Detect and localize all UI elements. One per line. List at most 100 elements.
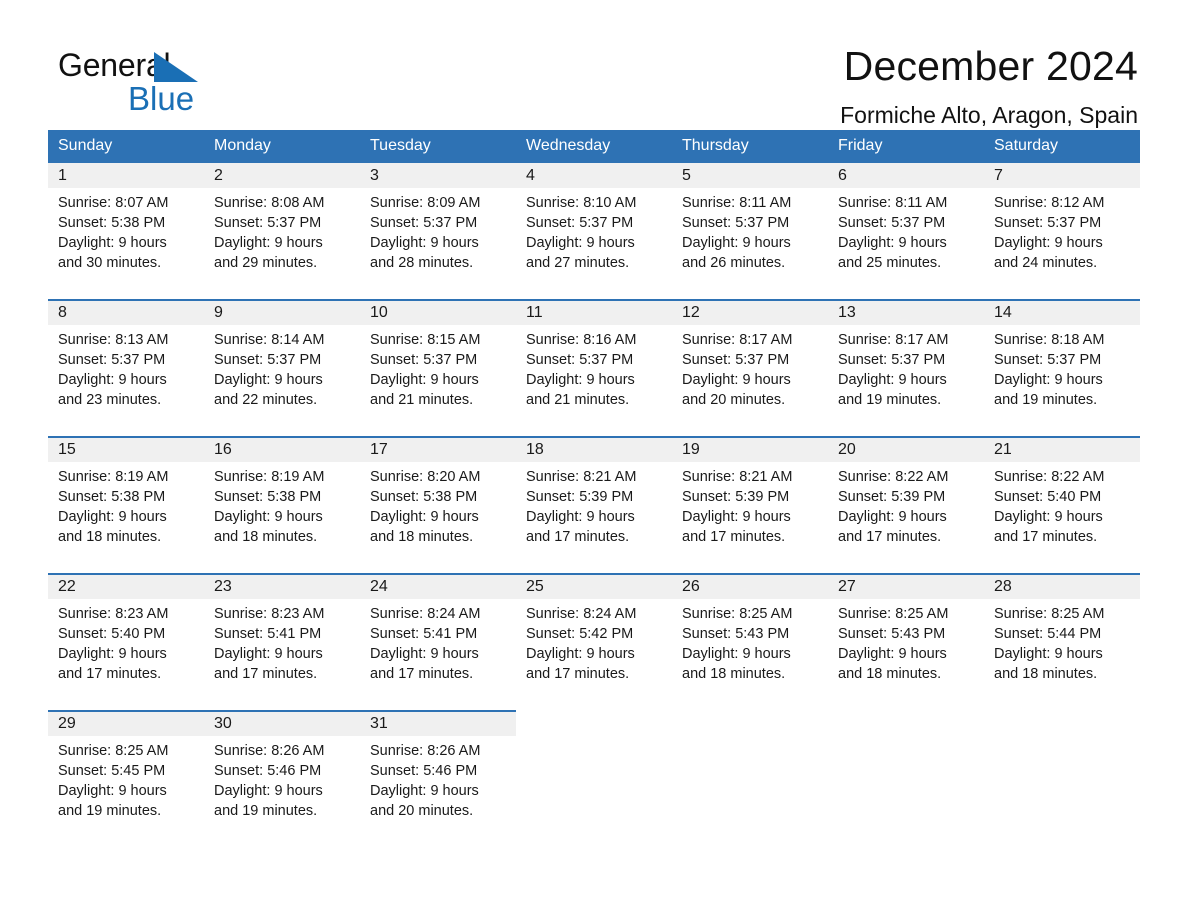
day-number[interactable]: 1	[48, 163, 204, 188]
day-number[interactable]: 14	[984, 299, 1140, 325]
daylight-text-line1: Daylight: 9 hours	[214, 509, 323, 525]
sunset-text: Sunset: 5:43 PM	[838, 626, 946, 642]
sunrise-text: Sunrise: 8:19 AM	[58, 469, 169, 485]
daylight-text-line2: and 18 minutes.	[214, 529, 318, 545]
sunset-text: Sunset: 5:37 PM	[682, 215, 790, 231]
weekday-header-saturday: Saturday	[984, 130, 1140, 163]
day-number[interactable]: 15	[48, 436, 204, 462]
day-number[interactable]: 27	[828, 573, 984, 599]
day-number-row: 29 30 31	[48, 710, 1140, 736]
daylight-text-line1: Daylight: 9 hours	[58, 372, 167, 388]
day-cell[interactable]: Sunrise: 8:24 AM Sunset: 5:42 PM Daylight:…	[516, 599, 672, 711]
day-number[interactable]: 12	[672, 299, 828, 325]
day-number-row: 8 9 10 11 12 13 14	[48, 299, 1140, 325]
sunset-text: Sunset: 5:41 PM	[370, 626, 478, 642]
sunrise-text: Sunrise: 8:24 AM	[526, 606, 637, 622]
day-cell[interactable]: Sunrise: 8:26 AM Sunset: 5:46 PM Daylight:…	[360, 736, 516, 847]
day-number[interactable]: 7	[984, 163, 1140, 188]
day-cell[interactable]: Sunrise: 8:17 AM Sunset: 5:37 PM Daylight:…	[672, 325, 828, 437]
daylight-text-line1: Daylight: 9 hours	[526, 235, 635, 251]
day-cell[interactable]: Sunrise: 8:18 AM Sunset: 5:37 PM Daylight:…	[984, 325, 1140, 437]
daylight-text-line2: and 27 minutes.	[526, 255, 630, 271]
day-cell[interactable]: Sunrise: 8:17 AM Sunset: 5:37 PM Daylight:…	[828, 325, 984, 437]
day-number[interactable]: 23	[204, 573, 360, 599]
day-number[interactable]: 22	[48, 573, 204, 599]
day-cell[interactable]: Sunrise: 8:23 AM Sunset: 5:41 PM Daylight:…	[204, 599, 360, 711]
sunset-text: Sunset: 5:41 PM	[214, 626, 322, 642]
day-cell[interactable]: Sunrise: 8:22 AM Sunset: 5:40 PM Daylight:…	[984, 462, 1140, 574]
day-number[interactable]: 13	[828, 299, 984, 325]
day-number[interactable]: 28	[984, 573, 1140, 599]
sunrise-text: Sunrise: 8:11 AM	[682, 195, 792, 211]
day-cell[interactable]: Sunrise: 8:10 AM Sunset: 5:37 PM Daylight:…	[516, 188, 672, 300]
day-cell-empty	[828, 736, 984, 847]
daylight-text-line1: Daylight: 9 hours	[682, 372, 791, 388]
day-number[interactable]: 20	[828, 436, 984, 462]
day-cell[interactable]: Sunrise: 8:19 AM Sunset: 5:38 PM Daylight:…	[48, 462, 204, 574]
day-cell[interactable]: Sunrise: 8:25 AM Sunset: 5:43 PM Daylight:…	[672, 599, 828, 711]
general-blue-logo[interactable]: General Blue	[58, 48, 318, 120]
day-number[interactable]: 2	[204, 163, 360, 188]
day-number[interactable]: 10	[360, 299, 516, 325]
day-cell[interactable]: Sunrise: 8:21 AM Sunset: 5:39 PM Daylight:…	[516, 462, 672, 574]
day-cell[interactable]: Sunrise: 8:11 AM Sunset: 5:37 PM Daylight:…	[828, 188, 984, 300]
day-number[interactable]: 4	[516, 163, 672, 188]
sunset-text: Sunset: 5:37 PM	[370, 352, 478, 368]
day-cell[interactable]: Sunrise: 8:25 AM Sunset: 5:44 PM Daylight:…	[984, 599, 1140, 711]
day-cell[interactable]: Sunrise: 8:25 AM Sunset: 5:43 PM Daylight:…	[828, 599, 984, 711]
sunset-text: Sunset: 5:38 PM	[214, 489, 322, 505]
day-number[interactable]: 31	[360, 710, 516, 736]
day-cell[interactable]: Sunrise: 8:25 AM Sunset: 5:45 PM Daylight:…	[48, 736, 204, 847]
daylight-text-line1: Daylight: 9 hours	[370, 783, 479, 799]
daylight-text-line1: Daylight: 9 hours	[682, 646, 791, 662]
day-number[interactable]: 8	[48, 299, 204, 325]
weekday-header-monday: Monday	[204, 130, 360, 163]
day-cell[interactable]: Sunrise: 8:13 AM Sunset: 5:37 PM Daylight:…	[48, 325, 204, 437]
day-number[interactable]: 17	[360, 436, 516, 462]
day-cell[interactable]: Sunrise: 8:26 AM Sunset: 5:46 PM Daylight:…	[204, 736, 360, 847]
day-number[interactable]: 5	[672, 163, 828, 188]
sunrise-text: Sunrise: 8:25 AM	[994, 606, 1105, 622]
day-number[interactable]: 19	[672, 436, 828, 462]
day-cell[interactable]: Sunrise: 8:20 AM Sunset: 5:38 PM Daylight:…	[360, 462, 516, 574]
day-cell[interactable]: Sunrise: 8:09 AM Sunset: 5:37 PM Daylight:…	[360, 188, 516, 300]
day-cell[interactable]: Sunrise: 8:08 AM Sunset: 5:37 PM Daylight:…	[204, 188, 360, 300]
day-cell[interactable]: Sunrise: 8:23 AM Sunset: 5:40 PM Daylight:…	[48, 599, 204, 711]
day-cell[interactable]: Sunrise: 8:14 AM Sunset: 5:37 PM Daylight:…	[204, 325, 360, 437]
sunrise-text: Sunrise: 8:25 AM	[58, 743, 169, 759]
day-number[interactable]: 11	[516, 299, 672, 325]
day-number[interactable]: 16	[204, 436, 360, 462]
day-number-empty	[672, 710, 828, 736]
day-cell[interactable]: Sunrise: 8:11 AM Sunset: 5:37 PM Daylight:…	[672, 188, 828, 300]
day-cell[interactable]: Sunrise: 8:16 AM Sunset: 5:37 PM Daylight:…	[516, 325, 672, 437]
day-cell-empty	[516, 736, 672, 847]
day-cell[interactable]: Sunrise: 8:24 AM Sunset: 5:41 PM Daylight:…	[360, 599, 516, 711]
day-cell[interactable]: Sunrise: 8:19 AM Sunset: 5:38 PM Daylight:…	[204, 462, 360, 574]
day-cell[interactable]: Sunrise: 8:07 AM Sunset: 5:38 PM Daylight:…	[48, 188, 204, 300]
day-number-empty	[984, 710, 1140, 736]
day-number[interactable]: 18	[516, 436, 672, 462]
day-number[interactable]: 6	[828, 163, 984, 188]
sunset-text: Sunset: 5:40 PM	[994, 489, 1102, 505]
day-cell[interactable]: Sunrise: 8:22 AM Sunset: 5:39 PM Daylight:…	[828, 462, 984, 574]
daylight-text-line2: and 29 minutes.	[214, 255, 318, 271]
day-cell[interactable]: Sunrise: 8:21 AM Sunset: 5:39 PM Daylight:…	[672, 462, 828, 574]
day-number[interactable]: 21	[984, 436, 1140, 462]
day-cell[interactable]: Sunrise: 8:12 AM Sunset: 5:37 PM Daylight:…	[984, 188, 1140, 300]
day-number[interactable]: 25	[516, 573, 672, 599]
daylight-text-line1: Daylight: 9 hours	[838, 235, 947, 251]
day-cell[interactable]: Sunrise: 8:15 AM Sunset: 5:37 PM Daylight:…	[360, 325, 516, 437]
day-number[interactable]: 29	[48, 710, 204, 736]
daylight-text-line2: and 17 minutes.	[838, 529, 942, 545]
sunrise-text: Sunrise: 8:21 AM	[682, 469, 793, 485]
day-number[interactable]: 26	[672, 573, 828, 599]
day-number[interactable]: 30	[204, 710, 360, 736]
sunset-text: Sunset: 5:37 PM	[214, 352, 322, 368]
day-number[interactable]: 3	[360, 163, 516, 188]
daylight-text-line1: Daylight: 9 hours	[682, 235, 791, 251]
day-number[interactable]: 24	[360, 573, 516, 599]
daylight-text-line2: and 19 minutes.	[58, 803, 162, 819]
daylight-text-line1: Daylight: 9 hours	[838, 646, 947, 662]
day-number[interactable]: 9	[204, 299, 360, 325]
daylight-text-line2: and 22 minutes.	[214, 392, 318, 408]
